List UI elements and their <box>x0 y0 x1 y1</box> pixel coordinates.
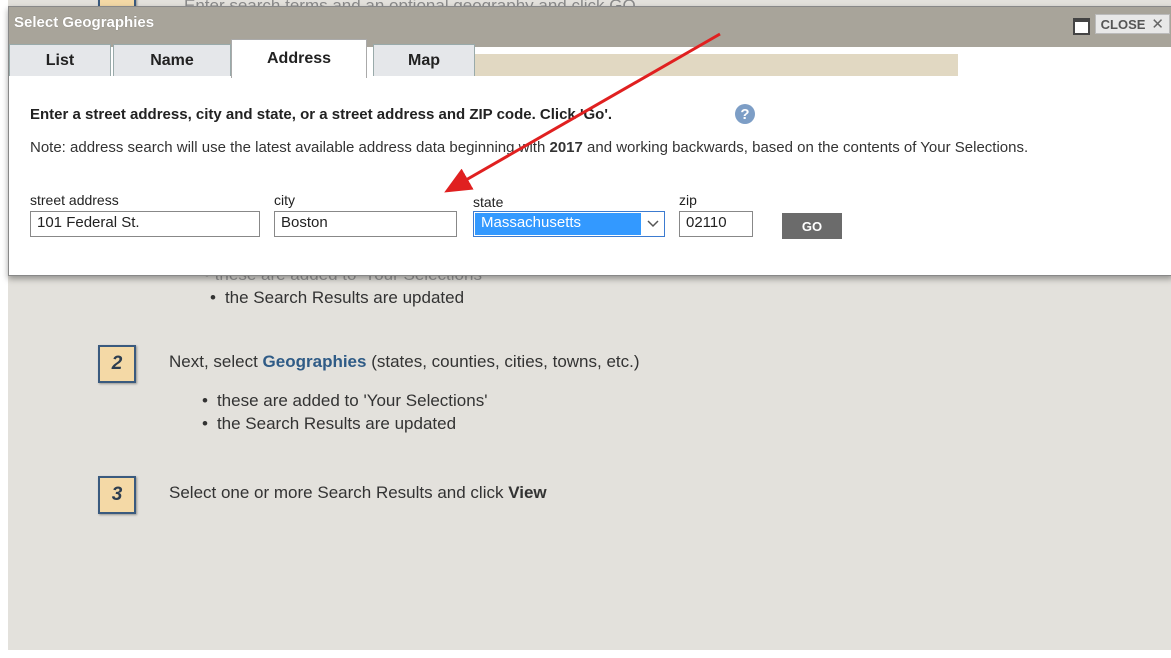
go-button[interactable]: GO <box>782 213 842 239</box>
zip-label: zip <box>679 192 697 208</box>
dialog-title: Select Geographies <box>14 14 155 31</box>
zip-input[interactable]: 02110 <box>679 211 753 237</box>
city-label: city <box>274 192 295 208</box>
tab-strip-background <box>474 54 958 76</box>
geographies-link[interactable]: Geographies <box>263 352 367 371</box>
step-2-box: 2 <box>98 345 136 383</box>
dialog-titlebar[interactable]: Select Geographies CLOSE ✕ <box>9 7 1171 47</box>
address-tab-panel: Enter a street address, city and state, … <box>9 76 1171 275</box>
state-select[interactable]: Massachusetts <box>473 211 665 237</box>
tab-address[interactable]: Address <box>231 39 367 78</box>
street-address-label: street address <box>30 192 119 208</box>
step2-bullet: the Search Results are updated <box>202 414 456 434</box>
select-geographies-dialog: Select Geographies CLOSE ✕ List Name Map… <box>8 6 1171 276</box>
address-data-note: Note: address search will use the latest… <box>30 139 1029 156</box>
close-icon: ✕ <box>1151 16 1164 33</box>
help-icon[interactable]: ? <box>735 104 755 124</box>
state-selected-value: Massachusetts <box>475 213 641 235</box>
city-input[interactable]: Boston <box>274 211 457 237</box>
state-label: state <box>473 194 504 210</box>
step-3-text: Select one or more Search Results and cl… <box>169 483 547 502</box>
address-instructions: Enter a street address, city and state, … <box>30 106 613 123</box>
tab-list[interactable]: List <box>9 44 111 77</box>
tab-name[interactable]: Name <box>113 44 231 77</box>
step-3-box: 3 <box>98 476 136 514</box>
close-label: CLOSE <box>1100 16 1146 32</box>
chevron-down-icon[interactable] <box>642 212 664 236</box>
step-2-text: Next, select Geographies (states, counti… <box>169 352 640 371</box>
tab-map[interactable]: Map <box>373 44 475 77</box>
street-address-input[interactable]: 101 Federal St. <box>30 211 260 237</box>
close-button[interactable]: CLOSE ✕ <box>1094 14 1170 34</box>
maximize-icon[interactable] <box>1073 18 1090 35</box>
step1-bullet: the Search Results are updated <box>210 288 464 308</box>
step2-bullet: these are added to 'Your Selections' <box>202 391 488 411</box>
